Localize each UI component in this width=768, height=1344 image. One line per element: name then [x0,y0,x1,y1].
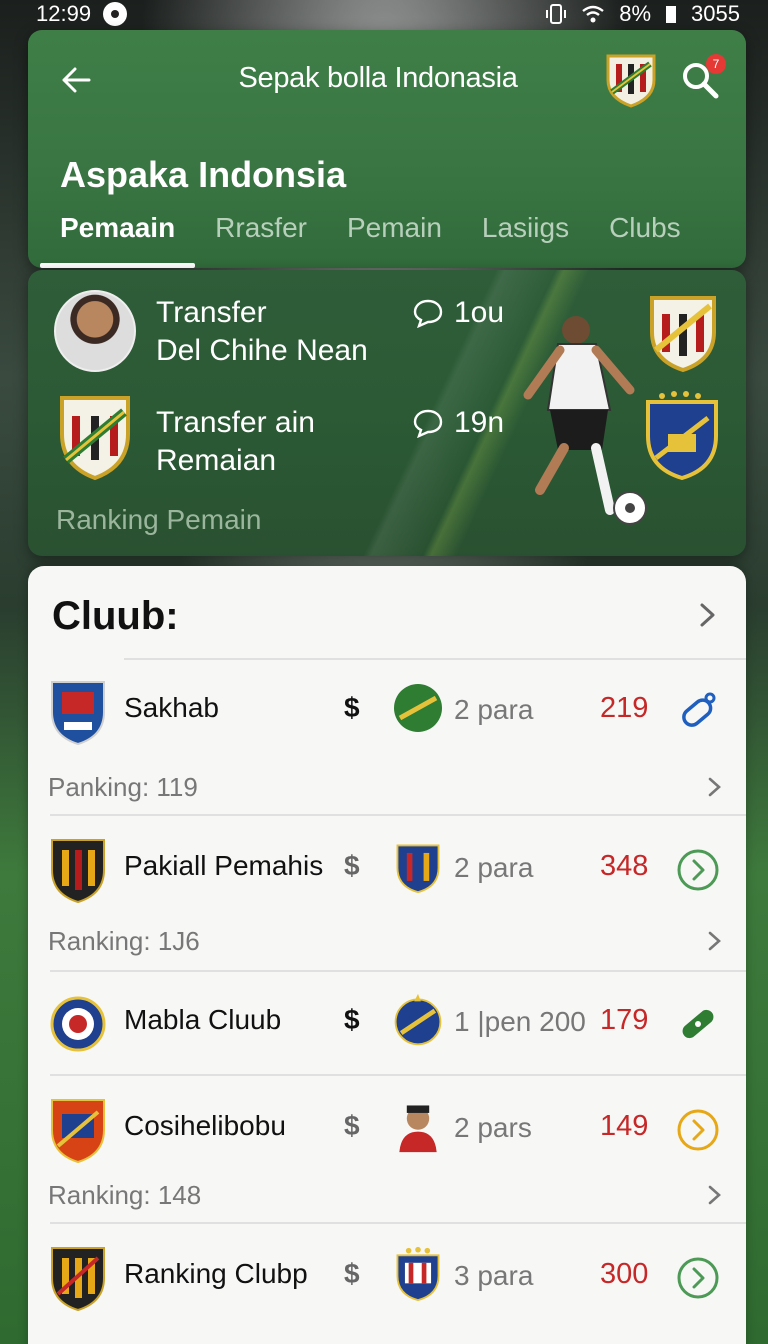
transfer-item[interactable]: Transfer ain Remaian 19n [28,382,528,482]
chevron-circle-icon[interactable] [676,848,720,892]
money-icon: $ [344,850,360,881]
football-player-image [523,316,647,525]
player-avatar [399,1105,437,1153]
chevron-circle-icon[interactable] [676,1256,720,1300]
money-icon: $ [344,692,360,723]
comment-count: 19n [454,406,505,439]
notification-badge: 7 [706,54,726,74]
back-button[interactable] [56,60,96,100]
club-score: 219 [600,692,649,724]
bandage-icon[interactable] [676,1002,720,1046]
club-crest-icon [650,296,716,373]
transfer-subtitle: Del Chihe Nean [156,334,368,367]
chevron-right-icon [708,931,721,951]
ranking-row[interactable]: Ranking: 1J6 [28,918,746,966]
tab-pemain[interactable]: Pemain [327,208,462,268]
club-row[interactable]: Sakhab $ 2 para 219 [28,660,746,760]
club-row[interactable]: Ranking Clubp $ 3 para 300 [28,1226,746,1326]
club-logo [51,681,105,746]
club-name: Mabla Cluub [124,1004,282,1035]
club-badge [394,684,442,732]
divider [50,814,746,816]
ranking-label: Ranking: 148 [48,1180,202,1210]
club-row[interactable]: Mabla Cluub $ 1 |pen 200 179 [28,972,746,1072]
transfer-item[interactable]: Transfer Del Chihe Nean 1ou [28,270,528,372]
tab-pemaain[interactable]: Pemaain [40,208,196,268]
location-pin-icon [103,2,128,26]
chevron-right-icon [708,1185,721,1205]
ranking-pemain-link[interactable]: Ranking Pemain [56,504,261,536]
club-badge [394,993,442,1046]
club-row[interactable]: Pakiall Pemahis $ 2 para 348 [28,818,746,918]
chevron-circle-icon[interactable] [676,1108,720,1152]
club-logo [51,1247,105,1312]
tab-clubs[interactable]: Clubs [589,208,701,268]
club-crest-icon [60,396,130,481]
header-card: Sepak bolla Indonasia 7 Aspaka Indonsia … [28,30,746,268]
ranking-label: Ranking: 1J6 [48,926,200,956]
app-title: Sepak bolla Indonasia [238,62,518,94]
transfer-subtitle: Remaian [156,444,277,477]
club-logo [51,1099,105,1164]
club-para: 3 para [454,1260,534,1291]
clubs-card: Cluub: Sakhab $ 2 para 219 Panking: 119 … [28,566,746,1344]
ranking-row[interactable]: Panking: 119 [28,764,746,812]
tab-lasiigs[interactable]: Lasiigs [462,208,589,268]
club-crest-icon [646,391,718,480]
club-score: 300 [600,1258,649,1290]
club-para: 2 para [454,694,534,725]
money-icon: $ [344,1004,360,1035]
status-bar: 12:99 8% 3055 [0,0,768,28]
club-score: 179 [600,1004,649,1036]
club-badge [396,844,440,894]
club-logo [51,839,105,904]
divider [50,1074,746,1076]
clubs-heading: Cluub: [52,594,179,638]
status-time: 12:99 [36,1,92,26]
chevron-right-icon [708,777,721,797]
transfer-title: Transfer [156,296,267,329]
divider [50,1222,746,1224]
club-badge [396,1246,440,1302]
club-score: 348 [600,850,649,882]
chevron-right-icon[interactable] [694,602,720,628]
wifi-icon [582,5,604,23]
tab-bar: Pemaain Rrasfer Pemain Lasiigs Clubs [40,208,701,268]
club-name: Pakiall Pemahis [124,850,324,881]
comment-icon [413,409,443,438]
vibrate-icon [546,4,567,24]
club-name: Sakhab [124,692,219,723]
club-crest-logo [606,54,656,108]
club-para: 2 pars [454,1112,532,1143]
battery-percent: 8% [619,1,652,26]
club-score: 149 [600,1110,649,1142]
club-logo [50,996,106,1052]
status-right-text: 3055 [691,1,740,26]
club-para: 1 |pen 200 [454,1006,586,1037]
money-icon: $ [344,1110,360,1141]
comment-icon [413,299,443,328]
arrow-left-icon [62,67,91,93]
club-name: Cosihelibobu [124,1110,286,1141]
club-name: Ranking Clubp [124,1258,308,1289]
ranking-row[interactable]: Ranking: 148 [28,1172,746,1220]
comment-count: 1ou [454,296,505,329]
ranking-label: Panking: 119 [48,772,198,802]
battery-icon [666,6,677,23]
section-title: Aspaka Indonsia [60,154,347,195]
money-icon: $ [344,1258,360,1289]
tag-icon[interactable] [676,690,720,734]
club-row[interactable]: Cosihelibobu $ 2 pars 149 [28,1078,746,1178]
transfer-title: Transfer ain [156,406,315,439]
club-para: 2 para [454,852,534,883]
transfer-banner[interactable]: Transfer Del Chihe Nean 1ou Transfer ain… [28,270,746,556]
tab-rrasfer[interactable]: Rrasfer [195,208,327,268]
player-avatar [54,290,136,372]
